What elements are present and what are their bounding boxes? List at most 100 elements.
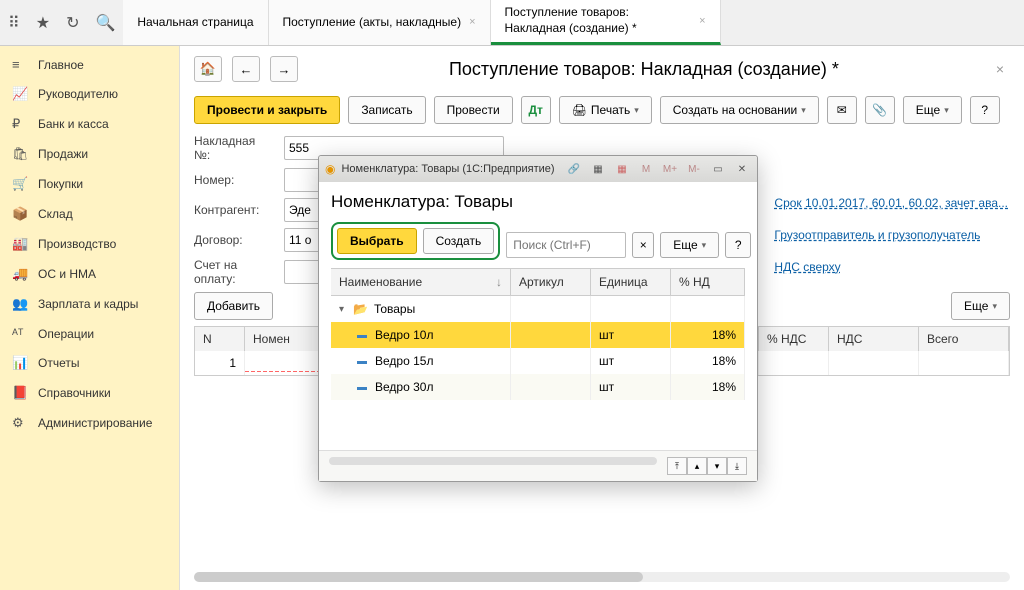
sidebar-item-main[interactable]: ≡Главное <box>0 50 179 79</box>
nav-down[interactable]: ▾ <box>707 457 727 475</box>
link-vat[interactable]: НДС сверху <box>774 260 1008 274</box>
item-icon: ▬ <box>357 382 367 393</box>
dialog-title: Номенклатура: Товары <box>331 192 745 212</box>
add-button[interactable]: Добавить <box>194 292 273 320</box>
sidebar-item-salary[interactable]: 👥Зарплата и кадры <box>0 289 179 319</box>
sidebar-item-production[interactable]: 🏭Производство <box>0 229 179 259</box>
sidebar-item-assets[interactable]: 🚚ОС и НМА <box>0 259 179 289</box>
close-icon[interactable]: × <box>699 14 705 28</box>
tab-invoice[interactable]: Поступление товаров: Накладная (создание… <box>491 0 721 45</box>
dialog-help-button[interactable]: ? <box>725 232 751 258</box>
close-icon[interactable]: × <box>469 15 475 29</box>
attach-button[interactable]: 📎 <box>865 96 895 124</box>
col-vat[interactable]: НДС <box>829 327 919 351</box>
bag-icon: 🛍 <box>12 146 28 162</box>
links: Срок 10.01.2017, 60.01, 60.02, зачет ава… <box>774 196 1008 274</box>
col-nomen[interactable]: Номен <box>245 327 325 351</box>
invoice-label: Накладная №: <box>194 134 274 162</box>
truck-icon: 🚚 <box>12 266 28 282</box>
col-unit[interactable]: Единица <box>591 269 671 295</box>
tree-folder[interactable]: ▾📂Товары <box>331 296 745 322</box>
home-button[interactable]: 🏠 <box>194 56 222 82</box>
select-button[interactable]: Выбрать <box>337 228 417 254</box>
sidebar-item-operations[interactable]: ᴬᵀОперации <box>0 319 179 348</box>
mem-mminus[interactable]: M- <box>685 161 703 177</box>
sidebar-item-manager[interactable]: 📈Руководителю <box>0 79 179 109</box>
close-icon[interactable]: × <box>990 61 1010 77</box>
number-label: Номер: <box>194 173 274 187</box>
post-close-button[interactable]: Провести и закрыть <box>194 96 340 124</box>
col-pct-vat[interactable]: % НДС <box>759 327 829 351</box>
cart-icon: 🛒 <box>12 176 28 192</box>
mail-button[interactable]: ✉ <box>827 96 857 124</box>
forward-button[interactable]: → <box>270 56 298 82</box>
more-button[interactable]: Еще ▾ <box>903 96 962 124</box>
post-button[interactable]: Провести <box>434 96 513 124</box>
mem-mplus[interactable]: M+ <box>661 161 679 177</box>
help-button[interactable]: ? <box>970 96 1000 124</box>
page-title: Поступление товаров: Накладная (создание… <box>308 59 980 80</box>
create-based-button[interactable]: Создать на основании ▾ <box>660 96 819 124</box>
search-icon[interactable]: 🔍 <box>95 13 115 33</box>
nomenclature-dialog: ◉ Номенклатура: Товары (1С:Предприятие) … <box>318 155 758 482</box>
sidebar-item-directories[interactable]: 📕Справочники <box>0 378 179 408</box>
sidebar-item-purchases[interactable]: 🛒Покупки <box>0 169 179 199</box>
grid-more-button[interactable]: Еще ▾ <box>951 292 1010 320</box>
item-icon: ▬ <box>357 356 367 367</box>
dialog-titlebar[interactable]: ◉ Номенклатура: Товары (1С:Предприятие) … <box>319 156 757 182</box>
sidebar-item-admin[interactable]: ⚙Администрирование <box>0 408 179 438</box>
create-button[interactable]: Создать <box>423 228 495 254</box>
dialog-h-scrollbar[interactable] <box>329 457 657 465</box>
nav-up[interactable]: ▴ <box>687 457 707 475</box>
grid-nav: ⤒ ▴ ▾ ⤓ <box>667 457 747 475</box>
history-icon[interactable]: ↻ <box>66 13 79 33</box>
star-icon[interactable]: ★ <box>36 13 50 33</box>
calc-icon[interactable]: ▦ <box>589 161 607 177</box>
link-terms[interactable]: Срок 10.01.2017, 60.01, 60.02, зачет ава… <box>774 196 1008 210</box>
box-icon: 📦 <box>12 206 28 222</box>
ops-icon: ᴬᵀ <box>12 326 28 341</box>
contract-label: Договор: <box>194 233 274 247</box>
sidebar: ≡Главное 📈Руководителю ₽Банк и касса 🛍Пр… <box>0 46 180 590</box>
factory-icon: 🏭 <box>12 236 28 252</box>
col-article[interactable]: Артикул <box>511 269 591 295</box>
gear-icon: ⚙ <box>12 415 28 431</box>
sidebar-item-bank[interactable]: ₽Банк и касса <box>0 109 179 139</box>
sidebar-item-reports[interactable]: 📊Отчеты <box>0 348 179 378</box>
sidebar-item-sales[interactable]: 🛍Продажи <box>0 139 179 169</box>
tree-item[interactable]: ▬Ведро 30л шт18% <box>331 374 745 400</box>
item-icon: ▬ <box>357 330 367 341</box>
link-icon[interactable]: 🔗 <box>565 161 583 177</box>
tree-item[interactable]: ▬Ведро 10л шт18% <box>331 322 745 348</box>
collapse-icon[interactable]: ▾ <box>339 304 351 315</box>
minimize-icon[interactable]: ▭ <box>709 161 727 177</box>
tabs: Начальная страница Поступление (акты, на… <box>123 0 720 45</box>
dt-kt-button[interactable]: Дᴛ <box>521 96 551 124</box>
col-vat[interactable]: % НД <box>671 269 745 295</box>
nav-first[interactable]: ⤒ <box>667 457 687 475</box>
col-name[interactable]: Наименование↓ <box>331 269 511 295</box>
book-icon: 📕 <box>12 385 28 401</box>
sidebar-item-warehouse[interactable]: 📦Склад <box>0 199 179 229</box>
col-total[interactable]: Всего <box>919 327 1009 351</box>
tab-receipts[interactable]: Поступление (акты, накладные)× <box>269 0 491 45</box>
dialog-footer: ⤒ ▴ ▾ ⤓ <box>319 450 757 481</box>
calendar-icon[interactable]: ▦ <box>613 161 631 177</box>
search-input[interactable] <box>506 232 626 258</box>
tab-home[interactable]: Начальная страница <box>123 0 268 45</box>
print-button[interactable]: 🖨 Печать ▾ <box>559 96 652 124</box>
dialog-more-button[interactable]: Еще ▾ <box>660 232 719 258</box>
dialog-wintitle: Номенклатура: Товары (1С:Предприятие) <box>341 163 559 175</box>
write-button[interactable]: Записать <box>348 96 425 124</box>
close-icon[interactable]: ✕ <box>733 161 751 177</box>
tree-item[interactable]: ▬Ведро 15л шт18% <box>331 348 745 374</box>
nav-last[interactable]: ⤓ <box>727 457 747 475</box>
back-button[interactable]: ← <box>232 56 260 82</box>
contractor-label: Контрагент: <box>194 203 274 217</box>
col-n[interactable]: N <box>195 327 245 351</box>
link-shipper[interactable]: Грузоотправитель и грузополучатель <box>774 228 1008 242</box>
clear-search-button[interactable]: × <box>632 232 654 258</box>
apps-icon[interactable]: ⠿ <box>8 13 20 33</box>
mem-m[interactable]: M <box>637 161 655 177</box>
h-scrollbar[interactable] <box>194 572 1010 582</box>
